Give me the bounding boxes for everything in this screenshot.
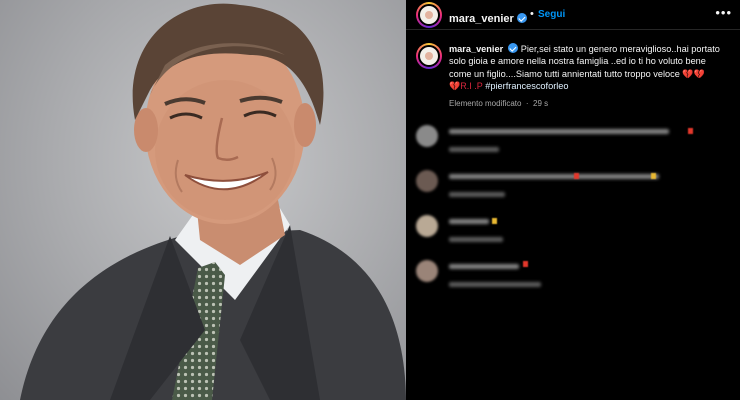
post-photo (0, 0, 406, 400)
blurred-comment (406, 125, 740, 161)
blurred-comment-text (449, 129, 669, 134)
blurred-comment (406, 170, 740, 206)
post-header: mara_venier • Segui ••• (406, 0, 740, 30)
caption-meta: Elemento modificato · 29 s (449, 99, 549, 108)
blurred-emoji (492, 218, 497, 224)
caption-hashtag[interactable]: #pierfrancescoforleo (485, 81, 568, 91)
blurred-comment-text (449, 174, 659, 179)
blurred-comment-meta (449, 147, 499, 152)
header-separator: • (530, 8, 534, 20)
verified-badge-icon (508, 43, 519, 53)
follow-button[interactable]: Segui (538, 9, 565, 20)
broken-heart-icon: 💔💔 (682, 68, 705, 79)
blurred-comment-text (449, 219, 489, 224)
verified-badge-icon (516, 13, 527, 23)
blurred-emoji (523, 261, 528, 267)
blurred-comment-meta (449, 282, 541, 287)
blurred-comment-text (449, 264, 519, 269)
caption-line-1: Pier,sei stato un genero meraviglioso..h… (520, 44, 720, 54)
author-avatar[interactable] (416, 2, 442, 28)
caption-avatar[interactable] (416, 43, 442, 69)
author-username[interactable]: mara_venier (449, 13, 514, 25)
edited-label: Elemento modificato (449, 99, 522, 108)
caption-line-2: solo gioia e amore nella nostra famiglia… (449, 56, 706, 67)
time-ago: 29 s (533, 99, 549, 108)
blurred-emoji (651, 173, 656, 179)
blurred-comment (406, 215, 740, 251)
caption-line-3: come un figlio....Siamo tutti annientati… (449, 68, 680, 79)
caption-line-4-prefix: 💔R.I .P (449, 81, 483, 92)
comment-avatar (416, 170, 438, 192)
post-panel: mara_venier • Segui ••• mara_venier Pier… (406, 0, 740, 400)
blurred-comment-meta (449, 237, 503, 242)
comment-avatar (416, 215, 438, 237)
comment-avatar (416, 125, 438, 147)
caption-text: mara_venier Pier,sei stato un genero mer… (449, 43, 731, 93)
portrait-illustration (20, 3, 406, 400)
blurred-emoji (688, 128, 693, 134)
blurred-emoji (574, 173, 579, 179)
blurred-comment-meta (449, 192, 505, 197)
caption-username[interactable]: mara_venier (449, 44, 503, 54)
comment-avatar (416, 260, 438, 282)
more-options-icon[interactable]: ••• (715, 5, 732, 20)
author-username-row: mara_venier (449, 9, 527, 27)
blurred-comment (406, 260, 740, 296)
